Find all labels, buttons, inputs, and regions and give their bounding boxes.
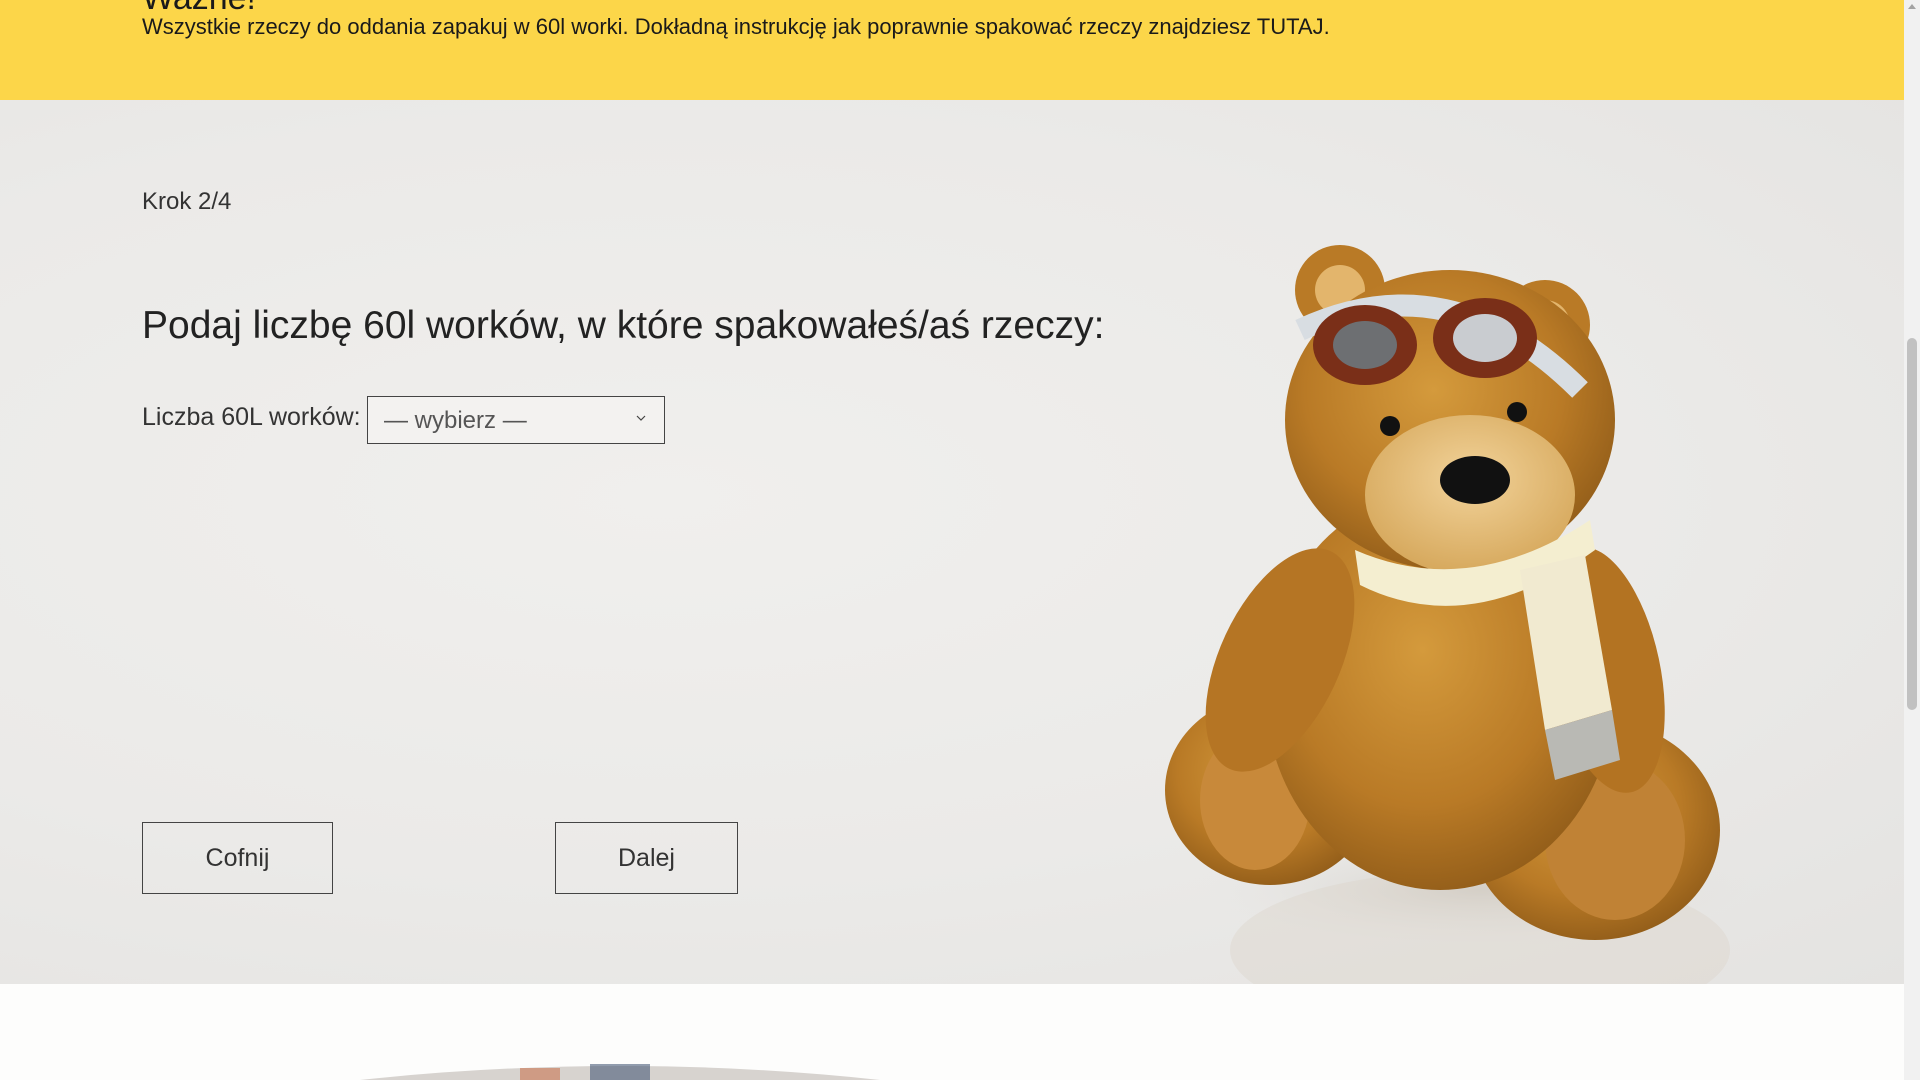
bag-count-select-value: — wybierz — <box>384 407 527 434</box>
scroll-up-arrow-icon[interactable] <box>1908 4 1916 9</box>
step-question-heading: Podaj liczbę 60l worków, w które spakowa… <box>142 304 1105 347</box>
section-image <box>360 1064 880 1080</box>
next-button[interactable]: Dalej <box>555 822 738 894</box>
teddy-bear-image <box>1165 245 1770 984</box>
page: Ważne! Wszystkie rzeczy do oddania zapak… <box>0 0 1904 1080</box>
back-button[interactable]: Cofnij <box>142 822 333 894</box>
bag-count-label: Liczba 60L worków: <box>142 403 361 431</box>
notice-text: Wszystkie rzeczy do oddania zapakuj w 60… <box>142 14 1330 39</box>
bag-count-select[interactable]: — wybierz — <box>367 396 665 444</box>
chevron-down-icon <box>636 415 646 421</box>
page-scrollbar[interactable] <box>1904 0 1920 1080</box>
next-section <box>0 984 1904 1080</box>
step-indicator: Krok 2/4 <box>142 188 232 215</box>
important-notice-banner: Ważne! Wszystkie rzeczy do oddania zapak… <box>0 0 1904 100</box>
scrollbar-thumb[interactable] <box>1907 338 1917 710</box>
step-form-section: Krok 2/4 Podaj liczbę 60l worków, w któr… <box>0 100 1904 984</box>
